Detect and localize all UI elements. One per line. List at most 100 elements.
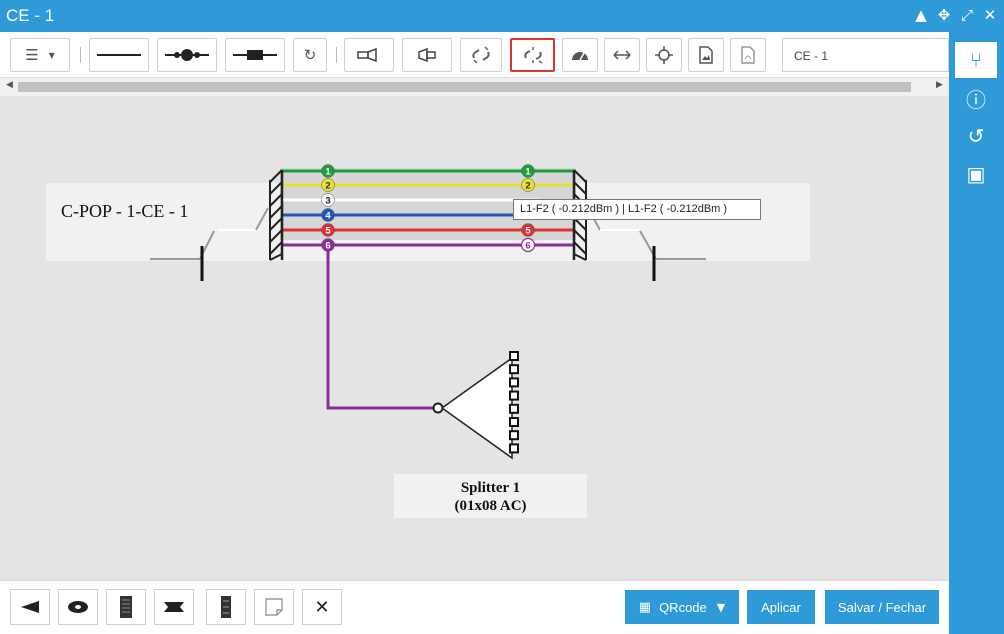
cone-icon xyxy=(21,601,39,613)
export-pdf-button[interactable] xyxy=(730,38,766,72)
right-sidebar: ⑂ ⓘ ↺ ▣ xyxy=(949,32,1004,634)
svg-text:2: 2 xyxy=(325,181,330,192)
add-connector-box-button[interactable] xyxy=(154,589,194,625)
fiber-marker-left[interactable]: 3 xyxy=(321,193,335,207)
fiber-marker-left[interactable]: 1 xyxy=(321,164,335,178)
fiber-marker-right[interactable]: 1 xyxy=(521,164,535,178)
splitter-output-port[interactable] xyxy=(509,364,519,375)
diagram-canvas[interactable]: C-POP - 1-CE - 1 1 2 3 4 5 6 1 2 5 6 L1-… xyxy=(0,96,949,580)
svg-text:4: 4 xyxy=(325,211,331,222)
history-icon: ↺ xyxy=(967,124,985,148)
splitter-type: (01x08 AC) xyxy=(454,498,527,514)
rack-icon xyxy=(221,596,231,618)
fork-icon: ⑂ xyxy=(970,48,982,72)
resize-horizontal-button[interactable] xyxy=(604,38,640,72)
fiber-marker-left[interactable]: 5 xyxy=(321,223,335,237)
toolbar-divider xyxy=(336,47,337,63)
close-icon[interactable]: ✕ xyxy=(982,7,998,23)
sidebar-history-button[interactable]: ↺ xyxy=(955,118,997,154)
qrcode-dropdown-button[interactable]: ▦ QRcode ▼ xyxy=(625,590,739,624)
list-icon: ☰ xyxy=(25,46,39,64)
fiber-marker-right[interactable]: 6 xyxy=(520,237,536,253)
qrcode-icon: ▦ xyxy=(638,599,652,615)
close-icon: ✕ xyxy=(314,596,330,618)
bottom-toolbar: ✕ ▦ QRcode ▼ Aplicar Salvar / Fechar xyxy=(0,580,949,634)
title-bar: CE - 1 ▲ ✥ ⤢ ✕ xyxy=(0,0,1004,32)
line-tool-button[interactable] xyxy=(89,38,149,72)
splice-icon xyxy=(165,49,209,61)
svg-text:1: 1 xyxy=(325,167,331,178)
window-controls: ▲ ✥ ⤢ ✕ xyxy=(913,7,998,23)
fiber-marker-left[interactable]: 4 xyxy=(321,208,335,222)
scrollbar-thumb[interactable] xyxy=(18,82,911,92)
image-icon: ▣ xyxy=(966,162,986,186)
scroll-right-icon[interactable]: ▶ xyxy=(936,80,943,90)
light-source-icon xyxy=(418,48,436,62)
splitter-output-port[interactable] xyxy=(509,430,519,441)
qrcode-label: QRcode xyxy=(659,599,707,615)
collapse-icon[interactable]: ▲ xyxy=(913,7,929,23)
flashlight-button[interactable] xyxy=(344,38,394,72)
flashlight-icon xyxy=(357,48,377,62)
add-note-button[interactable] xyxy=(254,589,294,625)
add-panel-button[interactable] xyxy=(106,589,146,625)
splitter-output-port[interactable] xyxy=(509,351,519,361)
fiber-6-drop xyxy=(326,245,438,410)
fiber-marker-left[interactable]: 2 xyxy=(321,178,335,192)
export-image-button[interactable] xyxy=(688,38,724,72)
delete-button[interactable]: ✕ xyxy=(302,589,342,625)
power-meter-button[interactable] xyxy=(562,38,598,72)
refresh-button[interactable]: ↻ xyxy=(293,38,327,72)
link-icon xyxy=(472,46,490,64)
power-tooltip: L1-F2 ( -0.212dBm ) | L1-F2 ( -0.212dBm … xyxy=(513,199,761,220)
link-button[interactable] xyxy=(460,38,502,72)
svg-text:3: 3 xyxy=(325,196,330,207)
splitter-output-port[interactable] xyxy=(509,390,519,401)
add-rack-button[interactable] xyxy=(206,589,246,625)
maximize-icon[interactable]: ⤢ xyxy=(959,7,975,23)
fiber-marker-left[interactable]: 6 xyxy=(321,238,335,252)
add-splice-closure-button[interactable] xyxy=(58,589,98,625)
splitter-input-port[interactable] xyxy=(432,402,444,414)
center-button[interactable] xyxy=(646,38,682,72)
splitter-output-port[interactable] xyxy=(509,403,519,414)
splitter-name: Splitter 1 xyxy=(460,480,521,496)
connector-tool-button[interactable] xyxy=(225,38,285,72)
sidebar-info-button[interactable]: ⓘ xyxy=(955,80,997,116)
svg-text:2: 2 xyxy=(525,181,530,192)
diagram-name-field[interactable]: CE - 1 xyxy=(782,38,949,72)
chevron-down-icon: ▾ xyxy=(48,48,55,62)
scroll-left-icon[interactable]: ◀ xyxy=(6,80,13,90)
splitter-output-port[interactable] xyxy=(509,377,519,388)
list-menu-button[interactable]: ☰ ▾ xyxy=(10,38,70,72)
horizontal-scrollbar[interactable]: ◀ ▶ xyxy=(0,78,949,96)
light-source-button[interactable] xyxy=(402,38,452,72)
splitter-output-port[interactable] xyxy=(509,417,519,427)
crosshair-icon xyxy=(655,46,673,64)
splitter-output-port[interactable] xyxy=(509,443,519,454)
line-icon xyxy=(97,54,141,56)
move-icon[interactable]: ✥ xyxy=(936,7,952,23)
sidebar-fork-button[interactable]: ⑂ xyxy=(955,42,997,78)
unlink-icon xyxy=(523,47,542,64)
splice-tool-button[interactable] xyxy=(157,38,217,72)
unlink-button[interactable] xyxy=(510,38,555,72)
info-icon: ⓘ xyxy=(966,87,986,112)
refresh-icon: ↻ xyxy=(303,46,317,64)
chevron-down-icon: ▼ xyxy=(716,600,726,614)
closure-icon xyxy=(68,601,88,613)
save-close-button[interactable]: Salvar / Fechar xyxy=(825,590,939,624)
add-cone-button[interactable] xyxy=(10,589,50,625)
image-file-icon xyxy=(699,46,713,64)
splitter-label: Splitter 1 (01x08 AC) xyxy=(394,479,587,515)
sidebar-image-button[interactable]: ▣ xyxy=(955,156,997,192)
pdf-file-icon xyxy=(741,46,755,64)
splitter[interactable] xyxy=(432,351,519,460)
toolbar-divider xyxy=(80,47,81,63)
apply-button[interactable]: Aplicar xyxy=(747,590,815,624)
fiber-marker-right[interactable]: 5 xyxy=(521,223,535,237)
fiber-marker-right[interactable]: 2 xyxy=(521,178,535,192)
window-title: CE - 1 xyxy=(6,6,55,25)
note-icon xyxy=(265,598,283,616)
svg-text:6: 6 xyxy=(525,241,530,252)
